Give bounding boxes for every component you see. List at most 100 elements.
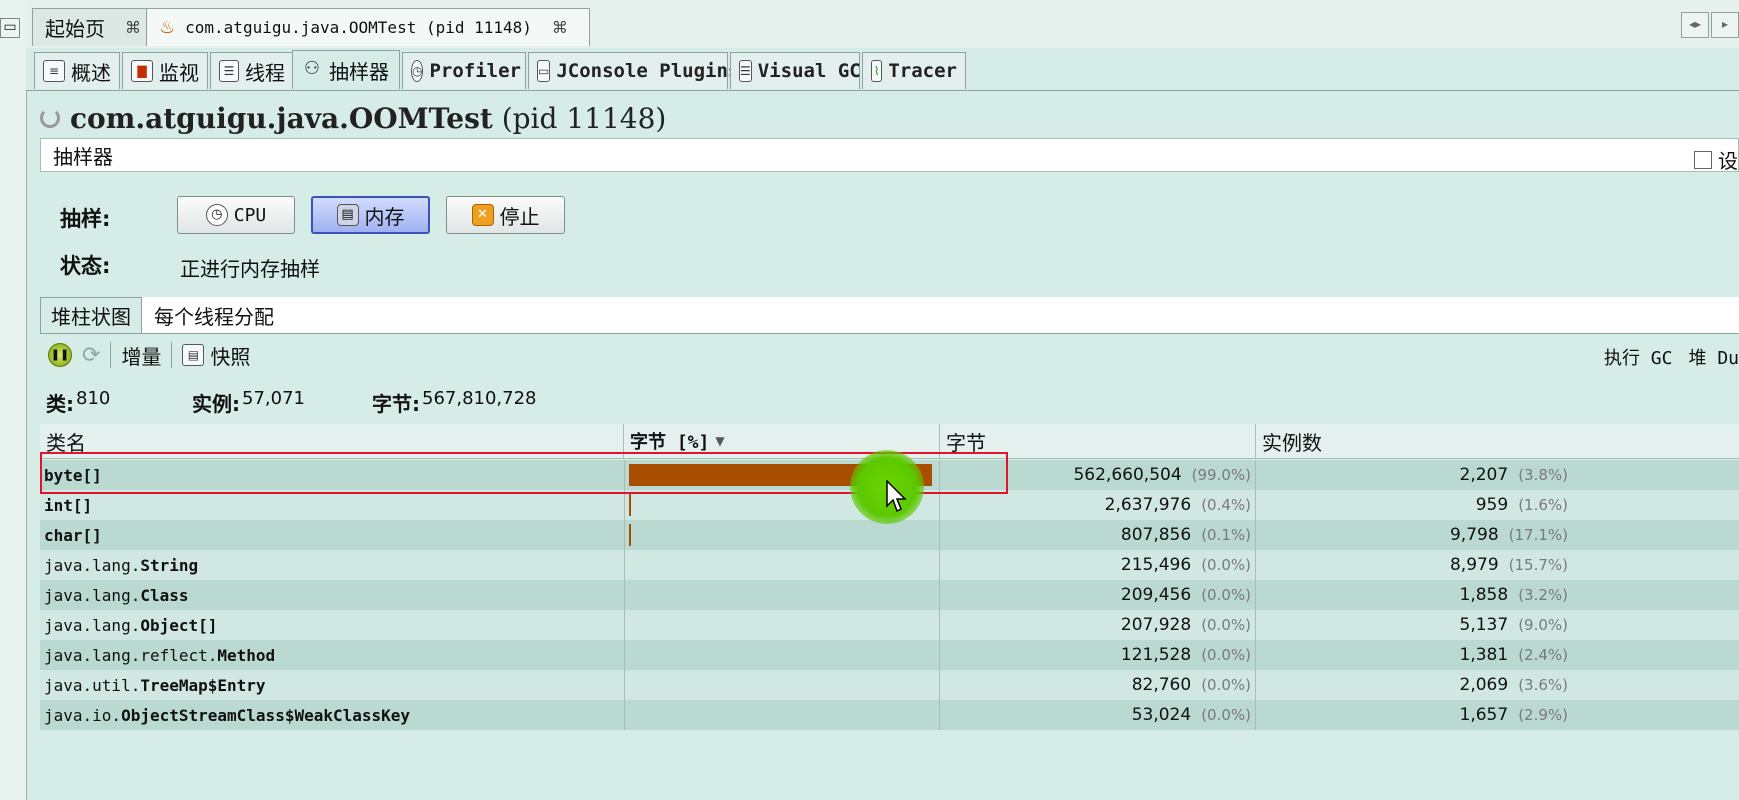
delta-button[interactable]: 增量 xyxy=(121,341,161,370)
tab-list-icon[interactable]: ▸ xyxy=(1711,12,1739,38)
sort-descending-icon: ▼ xyxy=(715,434,725,448)
bytes-percent: (0.0%) xyxy=(1201,586,1251,604)
tab-label: 每个线程分配 xyxy=(154,304,274,329)
class-simple-name: TreeMap$Entry xyxy=(140,675,266,695)
tool-tab-bar: ≡ 概述 ▇ 监视 ☰ 线程 ⚇ 抽样器 ◷ Profiler ▭ JConso… xyxy=(26,48,1739,91)
bytes-percent-bar-cell xyxy=(624,670,940,700)
page-title: com.atguigu.java.OOMTest (pid 11148) xyxy=(70,102,666,135)
status-value: 正进行内存抽样 xyxy=(180,257,320,281)
instances-percent: (15.7%) xyxy=(1508,556,1568,574)
bytes-cell: 562,660,504 (99.0%) xyxy=(940,460,1256,490)
column-label: 实例数 xyxy=(1262,430,1322,455)
tab-threads[interactable]: ☰ 线程 xyxy=(210,52,294,89)
column-class-name[interactable]: 类名 xyxy=(40,424,624,458)
document-tab-bar: 起始页 ⌘ ♨ com.atguigu.java.OOMTest (pid 11… xyxy=(26,0,1739,49)
tab-profiler[interactable]: ◷ Profiler xyxy=(402,52,526,89)
class-simple-name: Object[] xyxy=(140,615,218,635)
bytes-cell: 53,024 (0.0%) xyxy=(940,700,1256,730)
tab-visual-gc[interactable]: ☰ Visual GC xyxy=(730,52,861,89)
bytes-value: 215,496 xyxy=(1120,555,1192,575)
left-side-strip: ▭ xyxy=(0,0,27,800)
bytes-label: 字节: xyxy=(372,392,420,416)
bytes-percent: (0.1%) xyxy=(1201,526,1251,544)
tab-label: 线程 xyxy=(245,60,285,85)
tab-monitor[interactable]: ▇ 监视 xyxy=(122,52,208,89)
tab-oomtest-process[interactable]: ♨ com.atguigu.java.OOMTest (pid 11148) ⌘ xyxy=(146,8,590,46)
bytes-cell: 215,496 (0.0%) xyxy=(940,550,1256,580)
stop-button[interactable]: ✕ 停止 xyxy=(446,196,565,234)
tab-jconsole-plugins[interactable]: ▭ JConsole Plugins xyxy=(528,52,739,89)
instances-cell: 1,858 (3.2%) xyxy=(1256,580,1572,610)
process-name: com.atguigu.java.OOMTest xyxy=(70,101,493,135)
tab-per-thread-allocation[interactable]: 每个线程分配 xyxy=(144,297,284,333)
sampler-panel-header: 抽样器 设 xyxy=(40,138,1739,174)
tab-label: 起始页 xyxy=(45,17,105,41)
table-row[interactable]: char[] 807,856 (0.1%) 9,798 (17.1%) xyxy=(40,520,1739,550)
close-icon[interactable]: ⌘ xyxy=(552,18,568,37)
tab-label: Tracer xyxy=(888,60,957,82)
bytes-cell: 807,856 (0.1%) xyxy=(940,520,1256,550)
scroll-tabs-left-icon[interactable]: ◂▸ xyxy=(1681,12,1709,38)
bytes-percent: (0.4%) xyxy=(1201,496,1251,514)
bytes-percent-bar-cell xyxy=(624,640,940,670)
bytes-percent-bar-cell xyxy=(624,610,940,640)
pause-icon[interactable]: ❚❚ xyxy=(48,343,72,367)
column-label: 字节 xyxy=(946,430,986,455)
sample-label: 抽样: xyxy=(60,207,111,231)
stop-icon: ✕ xyxy=(471,204,494,226)
class-simple-name: int[] xyxy=(44,495,93,515)
class-name-cell: java.lang. Class xyxy=(44,580,624,610)
bytes-cell: 2,637,976 (0.4%) xyxy=(940,490,1256,520)
table-row[interactable]: java.lang. String 215,496 (0.0%) 8,979 (15.7%… xyxy=(40,550,1739,580)
toolbar-separator xyxy=(171,342,173,368)
button-label: CPU xyxy=(233,204,267,226)
perform-gc-button[interactable]: 执行 GC xyxy=(1604,344,1673,370)
settings-toggle[interactable]: 设 xyxy=(1694,145,1738,174)
tab-sampler[interactable]: ⚇ 抽样器 xyxy=(292,50,400,89)
sampler-panel-title: 抽样器 xyxy=(53,144,113,169)
bytes-cell: 209,456 (0.0%) xyxy=(940,580,1256,610)
table-row[interactable]: java.util. TreeMap$Entry 82,760 (0.0%) 2,069… xyxy=(40,670,1739,700)
instances-value: 1,858 xyxy=(1459,585,1509,605)
column-instances[interactable]: 实例数 xyxy=(1256,424,1739,458)
tab-heap-histogram[interactable]: 堆柱状图 xyxy=(40,297,142,333)
cpu-sample-button[interactable]: ◷ CPU xyxy=(177,196,295,234)
memory-chip-icon: ▤ xyxy=(336,204,359,226)
tab-label: 监视 xyxy=(159,60,199,85)
bytes-percent-bar xyxy=(629,524,631,546)
class-name-cell: java.lang. String xyxy=(44,550,624,580)
instances-cell: 5,137 (9.0%) xyxy=(1256,610,1572,640)
heap-dump-button[interactable]: 堆 Du xyxy=(1688,344,1739,370)
instances-cell: 9,798 (17.1%) xyxy=(1256,520,1572,550)
monitor-icon: ▇ xyxy=(131,60,153,82)
tab-tracer[interactable]: ⌇ Tracer xyxy=(862,52,966,89)
instances-percent: (2.9%) xyxy=(1518,706,1568,724)
collapse-icon[interactable]: ▭ xyxy=(0,18,20,38)
profiler-icon: ◷ xyxy=(411,60,424,82)
instances-cell: 1,657 (2.9%) xyxy=(1256,700,1572,730)
instances-value: 1,381 xyxy=(1459,645,1509,665)
table-row[interactable]: java.lang. Class 209,456 (0.0%) 1,858 (3.2%) xyxy=(40,580,1739,610)
bytes-percent-bar-cell xyxy=(624,520,940,550)
bytes-percent: (0.0%) xyxy=(1201,646,1251,664)
class-simple-name: byte[] xyxy=(44,465,102,485)
snapshot-icon: ▤ xyxy=(182,344,205,366)
tab-start-page[interactable]: 起始页 ⌘ xyxy=(32,8,148,46)
close-icon[interactable]: ⌘ xyxy=(125,18,141,37)
bytes-value: 562,660,504 xyxy=(1073,465,1182,485)
refresh-icon[interactable]: ⟳ xyxy=(82,343,100,368)
snapshot-button[interactable]: ▤ 快照 xyxy=(182,341,250,370)
tab-overview[interactable]: ≡ 概述 xyxy=(34,52,120,89)
class-simple-name: String xyxy=(140,555,199,575)
memory-sample-button[interactable]: ▤ 内存 xyxy=(311,196,430,234)
tab-navigation: ◂▸ ▸ xyxy=(1681,12,1739,38)
column-bytes[interactable]: 字节 xyxy=(940,424,1256,458)
bytes-percent: (0.0%) xyxy=(1201,676,1251,694)
table-row[interactable]: java.lang. Object[] 207,928 (0.0%) 5,137 (9.0… xyxy=(40,610,1739,640)
instances-value: 9,798 xyxy=(1449,525,1499,545)
settings-checkbox[interactable] xyxy=(1694,150,1712,169)
table-row[interactable]: java.io. ObjectStreamClass$WeakClassKey 53… xyxy=(40,700,1739,730)
table-row[interactable]: java.lang.reflect. Method 121,528 (0.0%) 1,3… xyxy=(40,640,1739,670)
class-name-cell: byte[] xyxy=(44,460,624,490)
tab-label: 堆柱状图 xyxy=(51,305,131,329)
